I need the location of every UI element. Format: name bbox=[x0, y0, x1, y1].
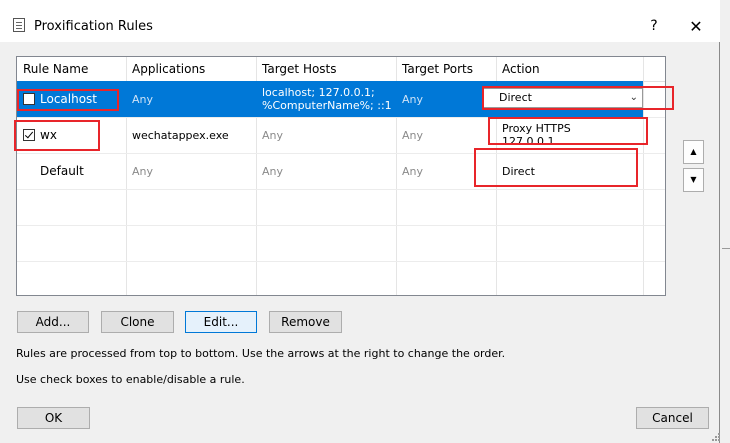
dialog-title: Proxification Rules bbox=[34, 19, 153, 34]
rule-name: wx bbox=[40, 128, 57, 142]
ok-button[interactable]: OK bbox=[17, 407, 90, 429]
rule-name-cell: wx bbox=[17, 117, 126, 153]
rule-name-cell: Localhost bbox=[17, 81, 126, 117]
chevron-down-icon: ⌄ bbox=[629, 92, 638, 103]
action-cell: Proxy HTTPS 127.0.0.1 bbox=[496, 117, 643, 153]
column-header-target-ports[interactable]: Target Ports bbox=[396, 57, 473, 81]
target-hosts-line: localhost; 127.0.0.1; bbox=[262, 86, 375, 99]
table-row-wx[interactable]: wx wechatappex.exe Any Any Proxy HTTPS 1… bbox=[17, 117, 643, 153]
title-bar: Proxification Rules ? ✕ bbox=[0, 0, 720, 42]
background-divider bbox=[722, 248, 730, 249]
rule-name: Localhost bbox=[40, 92, 98, 106]
rule-enable-checkbox[interactable] bbox=[23, 93, 35, 105]
arrow-up-icon: ▲ bbox=[690, 147, 697, 156]
target-ports-cell: Any bbox=[402, 164, 424, 178]
action-cell: Direct bbox=[502, 164, 535, 178]
column-header-target-hosts[interactable]: Target Hosts bbox=[256, 57, 337, 81]
applications-cell: Any bbox=[132, 164, 154, 178]
edit-button[interactable]: Edit... bbox=[185, 311, 257, 333]
action-dropdown[interactable]: Direct ⌄ bbox=[482, 88, 643, 108]
action-dropdown-value: Direct bbox=[499, 91, 532, 104]
applications-cell: Any bbox=[132, 92, 154, 106]
info-text-checkboxes: Use check boxes to enable/disable a rule… bbox=[16, 373, 245, 386]
column-header-action[interactable]: Action bbox=[496, 57, 540, 81]
rule-name-cell: Default bbox=[40, 164, 84, 178]
clone-button[interactable]: Clone bbox=[101, 311, 174, 333]
remove-button[interactable]: Remove bbox=[269, 311, 342, 333]
column-header-applications[interactable]: Applications bbox=[126, 57, 205, 81]
target-ports-cell: Any bbox=[402, 128, 424, 142]
move-up-button[interactable]: ▲ bbox=[683, 140, 704, 164]
close-button[interactable]: ✕ bbox=[685, 16, 707, 38]
cancel-button[interactable]: Cancel bbox=[636, 407, 709, 429]
arrow-down-icon: ▼ bbox=[690, 175, 697, 184]
target-hosts-cell: Any bbox=[262, 164, 284, 178]
target-ports-cell: Any bbox=[402, 92, 424, 106]
rule-enable-checkbox[interactable] bbox=[23, 129, 35, 141]
applications-cell: wechatappex.exe bbox=[132, 128, 229, 142]
info-text-order: Rules are processed from top to bottom. … bbox=[16, 347, 506, 360]
target-hosts-line: %ComputerName%; ::1 bbox=[262, 99, 392, 112]
target-hosts-cell: localhost; 127.0.0.1; %ComputerName%; ::… bbox=[256, 81, 396, 117]
table-row-default[interactable]: Default Any Any Any Direct bbox=[17, 153, 643, 189]
table-header: Rule Name Applications Target Hosts Targ… bbox=[17, 57, 665, 81]
document-icon bbox=[13, 18, 25, 32]
resize-grip-icon[interactable] bbox=[711, 432, 720, 441]
action-line: 127.0.0.1 bbox=[502, 135, 555, 148]
target-hosts-cell: Any bbox=[262, 128, 284, 142]
move-down-button[interactable]: ▼ bbox=[683, 168, 704, 192]
help-button[interactable]: ? bbox=[644, 16, 664, 36]
column-header-rule-name[interactable]: Rule Name bbox=[17, 57, 88, 81]
proxification-rules-dialog: Proxification Rules ? ✕ Rule Name Applic… bbox=[0, 0, 720, 443]
add-button[interactable]: Add... bbox=[17, 311, 89, 333]
action-line: Proxy HTTPS bbox=[502, 122, 571, 135]
